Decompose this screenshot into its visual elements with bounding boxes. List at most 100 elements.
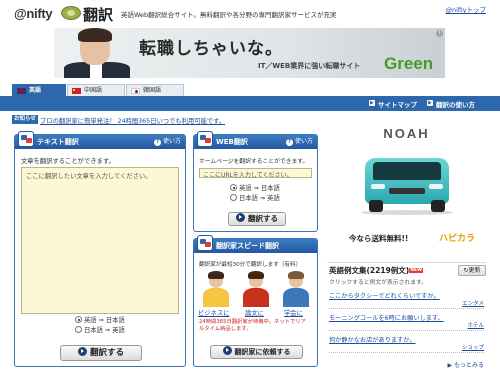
web-translation-help-link[interactable]: 使い方 [286,135,313,149]
text-translate-button[interactable]: 翻訳する [60,345,142,361]
banner-subtitle: IT／WEB業界に強い転職サイト [258,62,361,70]
conference-link[interactable]: 学会に [284,308,303,317]
example-item[interactable]: ここからタクシーでどれくらいですか。 [329,291,440,300]
web-translate-button-label: 翻訳する [248,214,278,223]
request-translator-button[interactable]: 翻訳家に依頼する [210,345,303,359]
nifty-logo[interactable]: @nifty [14,6,53,21]
china-flag-icon [72,88,81,94]
play-arrow-icon [77,347,87,356]
tab-chinese-label: 中国語 [84,87,103,94]
radio-ja-en[interactable]: 日本語 ⇒ 英語 [75,325,125,334]
howto-link[interactable]: ▶ 翻訳の使い方 [427,99,475,109]
tab-english[interactable]: 英語 [12,84,66,96]
request-translator-button-label: 翻訳家に依頼する [234,348,291,356]
note-line-1: 24時間365日翻訳家が待機中。ネットでリア [199,319,306,325]
arrow-right-icon: ▶ [428,100,432,106]
web-radio-en-ja[interactable]: 英語 ⇒ 日本語 [230,183,280,192]
ad-copy: 今なら送料無料!! [349,234,409,243]
howto-label: 翻訳の使い方 [436,101,475,109]
conference-person-image [280,271,312,307]
example-category[interactable]: ショップ [462,343,484,351]
tab-korean-label: 韓国語 [143,87,162,94]
web-radio-en-ja-label: 英語 ⇒ 日本語 [239,185,280,192]
more-examples-link[interactable]: ▶ もっとみる [447,360,484,369]
nifty-top-link[interactable]: @niftyトップ [446,4,487,14]
play-arrow-icon [222,346,232,355]
translate-logo[interactable]: 翻訳 [61,4,119,24]
site-tagline: 英語Web翻訳総合サイト。無料翻訳や各分野の専門翻訳家サービスが充実 [121,11,337,19]
speed-translation-title: 翻訳家スピード翻訳 [216,242,279,250]
example-item[interactable]: 何か静かなお店がありますか。 [329,335,416,344]
refresh-label: 更新 [468,267,481,274]
radio-unselected-icon [75,326,82,333]
tab-korean[interactable]: 韓国語 [126,84,184,96]
notice-badge: お知らせ [12,115,38,124]
banner-ad[interactable]: 転職しちゃいな。 IT／WEB業界に強い転職サイト Green i [54,28,445,78]
web-translation-title: WEB翻訳 [216,138,248,146]
academic-person-image [240,271,272,307]
note-line-2: ルタイム納品します。 [199,326,252,332]
korea-flag-icon [131,88,140,94]
car-ad[interactable]: NOAH 今なら送料無料!! ハピカラ [327,116,486,251]
web-radio-ja-en-label: 日本語 ⇒ 英語 [239,195,280,202]
tab-chinese[interactable]: 中国語 [67,84,125,96]
examples-subtitle: クリックすると例文が表示されます。 [329,280,427,286]
play-arrow-icon [236,213,245,222]
translate-logo-text: 翻訳 [83,6,114,24]
example-category[interactable]: エンタメ [462,299,484,307]
tab-english-label: 英語 [29,87,42,94]
leaf-logo-icon [61,6,81,20]
speed-translation-header: 翻訳家スピード翻訳 [194,235,317,253]
examples-title: 英語例文集(2219例文)NEW [329,265,424,276]
uk-flag-icon [17,88,26,94]
examples-title-text: 英語例文集 [329,266,367,275]
example-item[interactable]: モーニングコールを6時にお願いします。 [329,313,444,322]
web-translation-panel: WEB翻訳 使い方 ホームページを翻訳することができます。 ここにURLを入力し… [193,131,318,232]
translator-icon [197,235,213,251]
url-input[interactable]: ここにURLを入力してください。 [199,168,312,179]
web-translation-header: WEB翻訳 使い方 [194,131,317,149]
web-radio-ja-en[interactable]: 日本語 ⇒ 英語 [230,193,280,202]
text-translation-input[interactable]: ここに翻訳したい文章を入力してください。 [21,167,179,314]
new-badge: NEW [409,268,424,273]
radio-unselected-icon [230,194,237,201]
text-translation-desc: 文章を翻訳することができます。 [21,158,115,165]
radio-en-ja-label: 英語 ⇒ 日本語 [84,317,125,324]
divider [329,330,484,331]
banner-brand: Green [384,54,434,73]
web-translation-desc: ホームページを翻訳することができます。 [199,159,309,165]
example-sentences: 英語例文集(2219例文)NEW ↻更新 クリックすると例文が表示されます。 こ… [327,262,486,371]
text-translation-panel: テキスト翻訳 使い方 文章を翻訳することができます。 ここに翻訳したい文章を入力… [14,131,186,367]
radio-en-ja[interactable]: 英語 ⇒ 日本語 [75,315,125,324]
business-person-image [200,271,232,307]
refresh-button[interactable]: ↻更新 [458,265,486,276]
examples-count: (2219例文) [366,266,410,275]
text-translate-button-label: 翻訳する [89,348,124,358]
web-translate-button[interactable]: 翻訳する [228,212,286,226]
example-category[interactable]: ホテル [467,321,484,329]
divider [329,308,484,309]
speed-translation-note: 24時間365日翻訳家が待機中。ネットでリア ルタイム納品します。 [199,319,306,333]
radio-selected-icon [230,184,237,191]
more-examples-label: もっとみる [453,362,484,369]
main-nav-bar: ▶ サイトマップ ▶ 翻訳の使い方 [0,96,500,111]
text-translation-title: テキスト翻訳 [37,138,79,146]
sitemap-label: サイトマップ [378,101,417,109]
sitemap-link[interactable]: ▶ サイトマップ [369,99,417,109]
site-header: @nifty 翻訳 英語Web翻訳総合サイト。無料翻訳や各分野の専門翻訳家サービ… [0,0,500,26]
ad-brand: ハピカラ [439,233,476,243]
radio-ja-en-label: 日本語 ⇒ 英語 [84,327,125,334]
ad-info-icon[interactable]: i [436,30,443,37]
notice-link[interactable]: プロの翻訳家に簡単発注！ 24時間365日いつでも利用可能です。 [40,116,225,125]
paper-link[interactable]: 論文に [245,308,264,317]
text-translation-help-link[interactable]: 使い方 [154,135,181,149]
radio-selected-icon [75,316,82,323]
translate-icon [18,131,34,147]
car-model-name: NOAH [383,126,430,141]
banner-headline: 転職しちゃいな。 [139,39,283,59]
business-link[interactable]: ビジネスに [198,308,229,317]
banner-person-image [64,28,134,78]
notice-bar: お知らせ プロの翻訳家に簡単発注！ 24時間365日いつでも利用可能です。 [12,115,342,125]
speed-translation-panel: 翻訳家スピード翻訳 翻訳家が最短30分で翻訳します（有料） ビジネスに 論文に … [193,235,318,367]
speed-translation-desc: 翻訳家が最短30分で翻訳します（有料） [199,262,302,268]
